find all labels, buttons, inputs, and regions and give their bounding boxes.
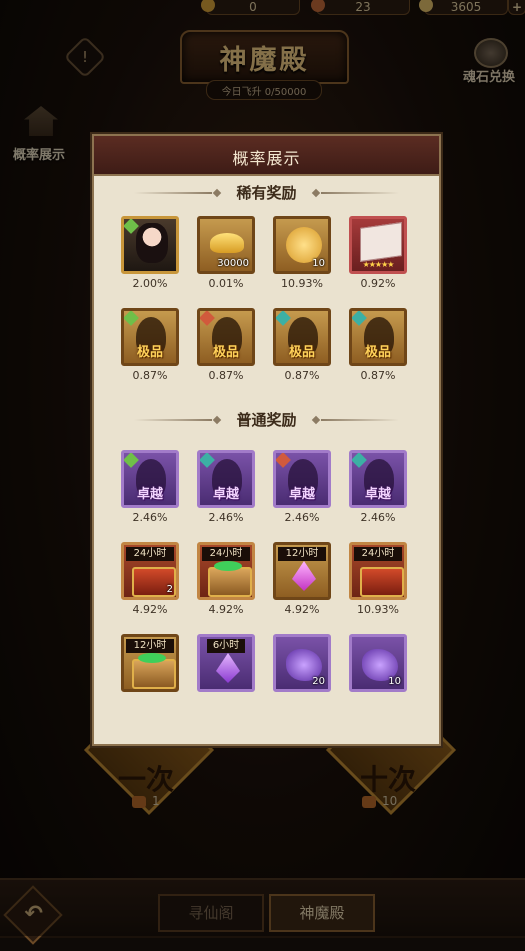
ingot-card: 30000	[197, 216, 255, 274]
duration-tag: 24小时	[202, 547, 250, 561]
probability-modal: 概率展示 稀有奖励 2.00% 30000 0.01% 10 10.93% ★★…	[92, 134, 441, 746]
chest-card: 24小时	[197, 542, 255, 600]
reward-quantity: 30000	[217, 258, 249, 269]
reward-item-fragment[interactable]: 卓越 2.46%	[349, 450, 407, 528]
fragment-card: 极品	[273, 308, 331, 366]
element-badge-icon	[124, 311, 139, 326]
reward-probability: 4.92%	[132, 603, 168, 616]
reward-quantity: 10	[388, 676, 401, 687]
fragment-card: 卓越	[349, 450, 407, 508]
rare-section-header: 稀有奖励	[134, 182, 399, 204]
grade-label: 极品	[136, 345, 163, 360]
reward-item-fragment[interactable]: 极品 0.87%	[349, 308, 407, 386]
reward-item-fragment[interactable]: 极品 0.87%	[197, 308, 255, 386]
chest-card: 12小时	[121, 634, 179, 692]
fragment-card: 极品	[121, 308, 179, 366]
fragment-card: 极品	[197, 308, 255, 366]
duration-tag: 24小时	[354, 547, 402, 561]
reward-quantity: 20	[312, 676, 325, 687]
reward-item-ingot[interactable]: 30000 0.01%	[197, 216, 255, 294]
reward-item-chest[interactable]: 24小时 2 4.92%	[121, 542, 179, 620]
stone-card: 20	[273, 634, 331, 692]
reward-probability: 2.46%	[208, 511, 244, 524]
reward-probability: 2.46%	[360, 511, 396, 524]
modal-header: 概率展示	[94, 136, 439, 176]
reward-item-stone[interactable]: 10	[349, 634, 407, 712]
reward-probability: 2.46%	[132, 511, 168, 524]
reward-probability: 0.87%	[132, 369, 168, 382]
reward-item-crystal[interactable]: 6小时	[197, 634, 255, 712]
skill-book-icon	[360, 222, 402, 262]
grade-label: 极品	[288, 345, 315, 360]
reward-item-fragment[interactable]: 极品 0.87%	[273, 308, 331, 386]
reward-probability: 0.87%	[360, 369, 396, 382]
reward-probability: 0.01%	[208, 277, 244, 290]
reward-item-fragment[interactable]: 卓越 2.46%	[197, 450, 255, 528]
reward-item-crystal[interactable]: 12小时 4.92%	[273, 542, 331, 620]
reward-probability: 2.46%	[284, 511, 320, 524]
pink-crystal-icon	[292, 561, 316, 591]
reward-item-stone[interactable]: 20	[273, 634, 331, 712]
modal-title: 概率展示	[232, 149, 301, 168]
reward-probability: 0.92%	[360, 277, 396, 290]
grade-label: 极品	[212, 345, 239, 360]
reward-item-fragment[interactable]: 卓越 2.46%	[121, 450, 179, 528]
crystal-card: 12小时	[273, 542, 331, 600]
reward-probability: 10.93%	[357, 603, 399, 616]
element-badge-icon	[352, 311, 367, 326]
chest-card: 24小时	[349, 542, 407, 600]
divider-right	[321, 192, 399, 194]
duration-tag: 24小时	[126, 547, 174, 561]
gold-ingot-icon	[210, 233, 244, 253]
fragment-card: 卓越	[121, 450, 179, 508]
grade-label: 卓越	[364, 487, 391, 502]
coin-card: 10	[273, 216, 331, 274]
divider-right	[321, 419, 399, 421]
grade-label: 极品	[364, 345, 391, 360]
stone-card: 10	[349, 634, 407, 692]
reward-item-chest[interactable]: 24小时 4.92%	[197, 542, 255, 620]
hero-card	[121, 216, 179, 274]
element-badge-icon	[124, 453, 139, 468]
element-badge-icon	[276, 453, 291, 468]
reward-item-chest[interactable]: 24小时 10.93%	[349, 542, 407, 620]
reward-quantity: 10	[312, 258, 325, 269]
reward-quantity: 2	[166, 584, 173, 595]
chest-card: 24小时 2	[121, 542, 179, 600]
normal-section-header: 普通奖励	[134, 409, 399, 431]
fragment-card: 极品	[349, 308, 407, 366]
purple-crystal-icon	[216, 653, 240, 683]
reward-item-hero[interactable]: 2.00%	[121, 216, 179, 294]
duration-tag: 6小时	[207, 639, 245, 653]
fragment-card: 卓越	[197, 450, 255, 508]
reward-item-fragment[interactable]: 卓越 2.46%	[273, 450, 331, 528]
reward-probability: 0.87%	[284, 369, 320, 382]
reward-item-book[interactable]: ★★★★★ 0.92%	[349, 216, 407, 294]
grade-label: 卓越	[136, 487, 163, 502]
jade-chest-icon	[208, 561, 252, 597]
element-badge-icon	[352, 453, 367, 468]
book-card: ★★★★★	[349, 216, 407, 274]
reward-item-coin[interactable]: 10 10.93%	[273, 216, 331, 294]
duration-tag: 12小时	[126, 639, 174, 653]
jade-chest-icon	[132, 653, 176, 689]
element-badge-icon	[200, 453, 215, 468]
element-badge-icon	[276, 311, 291, 326]
element-badge-icon	[200, 311, 215, 326]
reward-probability: 10.93%	[281, 277, 323, 290]
reward-probability: 4.92%	[208, 603, 244, 616]
crystal-card: 6小时	[197, 634, 255, 692]
red-chest-icon	[360, 567, 404, 597]
grade-label: 卓越	[212, 487, 239, 502]
reward-item-fragment[interactable]: 极品 0.87%	[121, 308, 179, 386]
fragment-card: 卓越	[273, 450, 331, 508]
reward-probability: 4.92%	[284, 603, 320, 616]
duration-tag: 12小时	[278, 547, 326, 561]
star-rating-icon: ★★★★★	[362, 260, 395, 269]
grade-label: 卓越	[288, 487, 315, 502]
reward-item-chest[interactable]: 12小时	[121, 634, 179, 712]
reward-probability: 0.87%	[208, 369, 244, 382]
hero-portrait-icon	[136, 223, 168, 263]
reward-probability: 2.00%	[132, 277, 168, 290]
